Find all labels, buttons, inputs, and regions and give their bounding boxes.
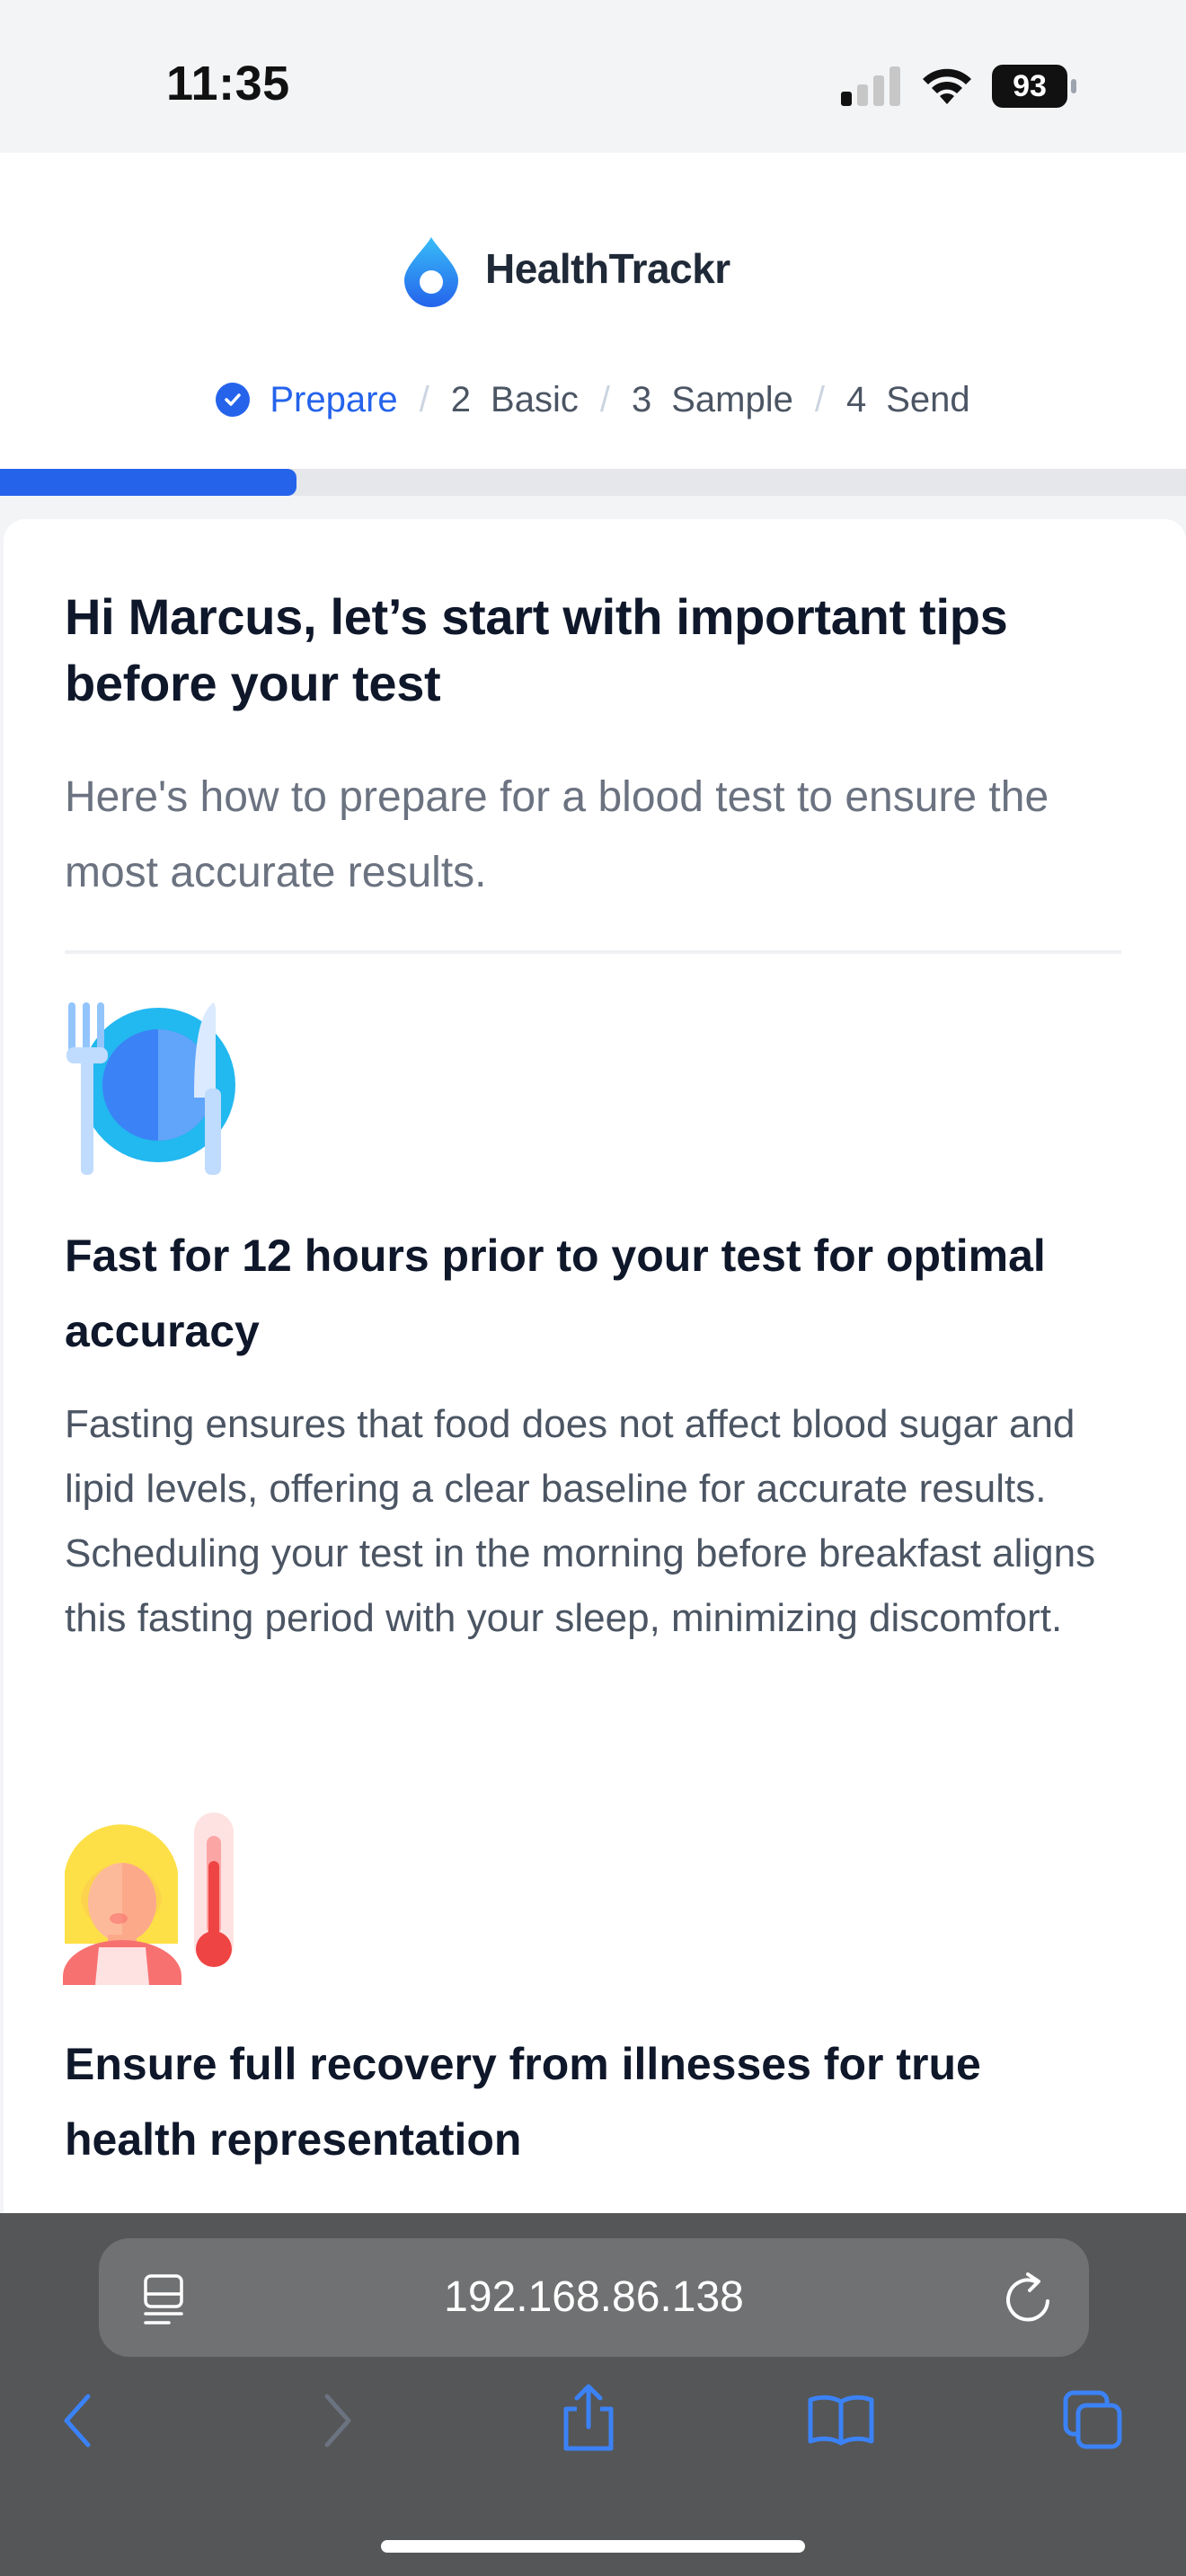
step-label: Send: [886, 379, 970, 419]
divider: [65, 950, 1121, 954]
step-separator: /: [599, 379, 610, 419]
wifi-icon: [923, 68, 971, 104]
sick-person-thermometer-icon: [63, 1813, 234, 1985]
back-icon[interactable]: [59, 2389, 95, 2452]
app-header: [0, 153, 1186, 472]
step-number: 2: [450, 379, 472, 419]
tip-title: Fast for 12 hours prior to your test for…: [65, 1231, 1046, 1356]
progress-fill: [0, 469, 296, 496]
step-number: 3: [631, 379, 652, 419]
tabs-icon[interactable]: [1062, 2389, 1125, 2452]
water-drop-logo-icon: [404, 237, 458, 307]
stepper: Prepare / 2 Basic / 3 Sample / 4 Send: [0, 375, 1186, 424]
battery-level: 93: [1013, 69, 1047, 103]
intro-text: Here's how to prepare for a blood test t…: [65, 773, 1049, 896]
brand-name: HealthTrackr: [485, 245, 730, 292]
step-label: Sample: [671, 379, 793, 419]
forward-icon[interactable]: [320, 2389, 356, 2452]
tip-title: Ensure full recovery from illnesses for …: [65, 2039, 981, 2165]
plate-fork-knife-icon: [66, 1002, 235, 1175]
step-basic[interactable]: 2 Basic: [451, 380, 579, 420]
step-label: Prepare: [270, 379, 398, 419]
check-circle-icon: [216, 383, 251, 417]
step-label: Basic: [491, 379, 579, 419]
tip-body: Fasting ensures that food does not affec…: [65, 1402, 1096, 1640]
step-sample[interactable]: 3 Sample: [632, 380, 793, 420]
step-send[interactable]: 4 Send: [846, 380, 970, 420]
greeting-heading: Hi Marcus, let’s start with important ti…: [65, 588, 1008, 711]
step-separator: /: [419, 379, 429, 419]
cellular-signal-icon: [841, 66, 900, 106]
reload-icon[interactable]: [1003, 2271, 1055, 2325]
step-number: 4: [845, 379, 867, 419]
step-prepare[interactable]: Prepare: [216, 379, 398, 420]
home-indicator: [381, 2540, 805, 2553]
status-time: 11:35: [166, 57, 290, 110]
bookmarks-icon[interactable]: [807, 2393, 875, 2447]
step-separator: /: [814, 379, 825, 419]
share-icon[interactable]: [559, 2382, 618, 2454]
url-text[interactable]: 192.168.86.138: [99, 2238, 1089, 2357]
